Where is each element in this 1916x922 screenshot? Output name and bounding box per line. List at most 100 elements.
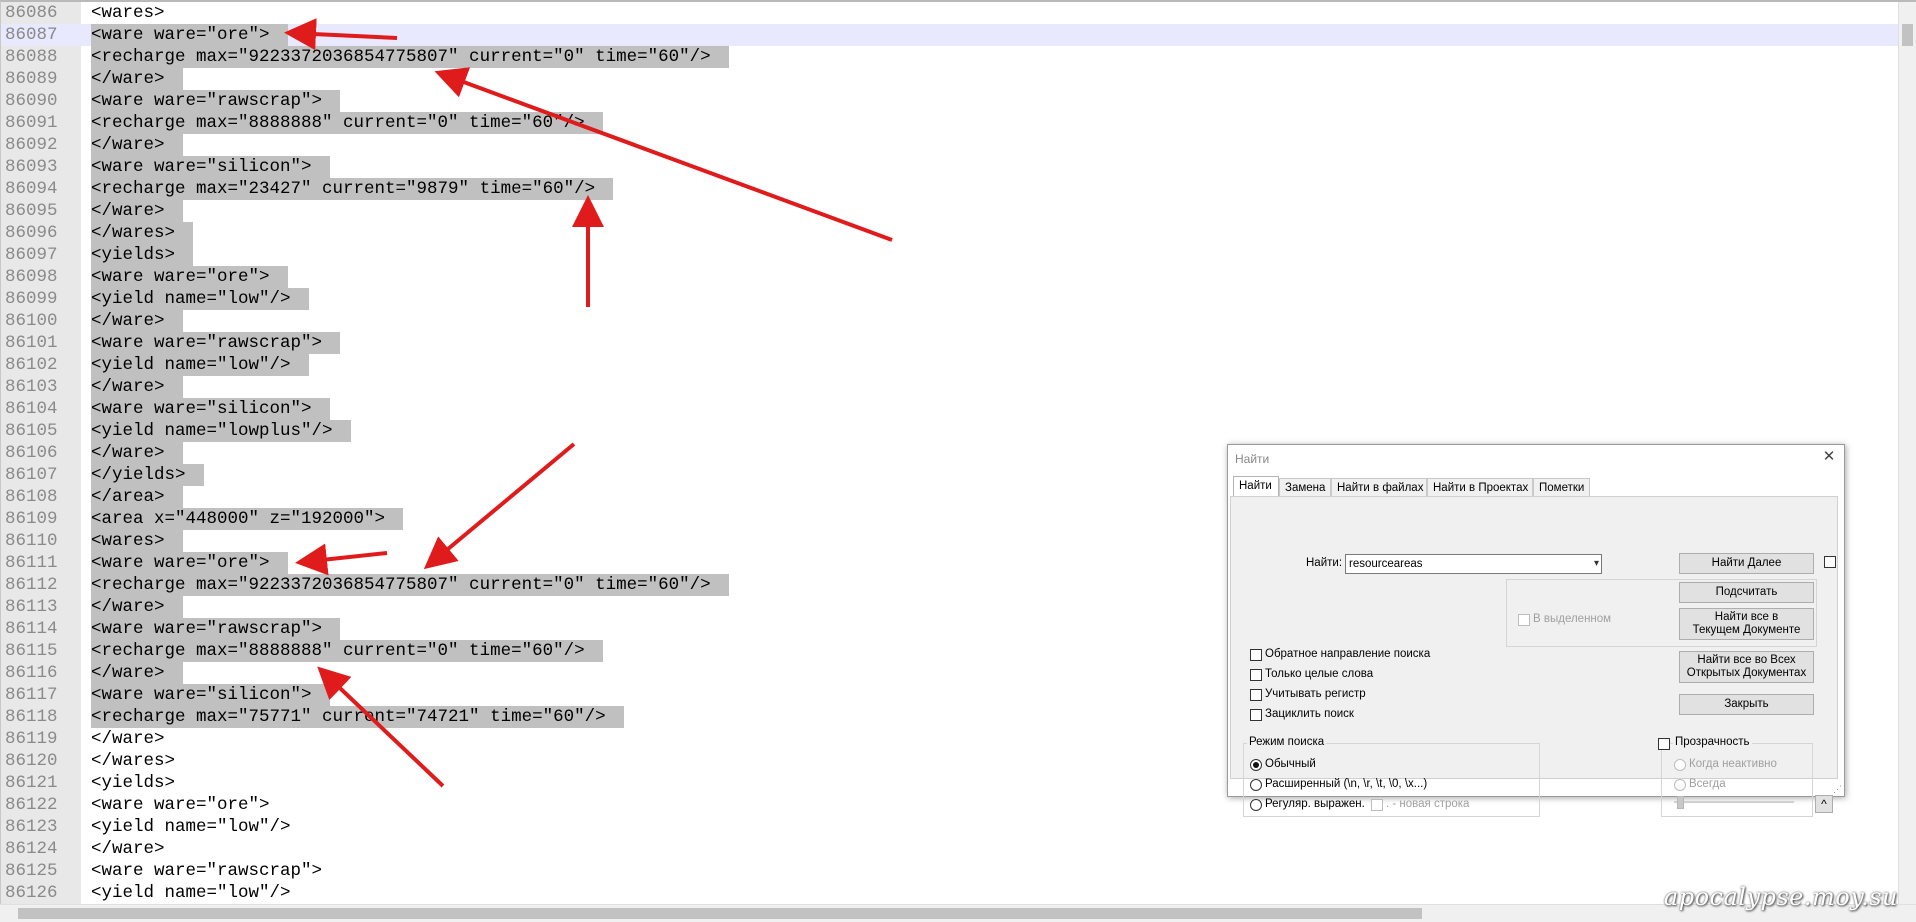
code-line[interactable]: 86101 <ware ware="rawscrap"> [1,332,1916,354]
code-line[interactable]: 86095 </ware> [1,200,1916,222]
backward-direction-checkbox[interactable] [1250,649,1262,661]
code-line[interactable]: 86087 <ware ware="ore"> [1,24,1916,46]
chevron-down-icon[interactable]: ▾ [1594,555,1599,573]
code-text[interactable]: <yield name="low"/> [91,816,309,838]
code-line[interactable]: 86103 </ware> [1,376,1916,398]
code-text[interactable]: <ware ware="rawscrap"> [91,618,341,640]
code-text[interactable]: <ware ware="ore"> [91,794,288,816]
vertical-scrollbar[interactable] [1898,2,1916,904]
code-line[interactable]: 86126 <yield name="low"/> [1,882,1916,904]
code-line[interactable]: 86094 <recharge max="23427" current="9879… [1,178,1916,200]
code-line[interactable]: 86089 </ware> [1,68,1916,90]
code-text[interactable]: <wares> [91,2,183,24]
code-text[interactable]: </yields> [91,464,204,486]
code-text[interactable]: <recharge max="8888888" current="0" time… [91,640,603,662]
code-line[interactable]: 86104 <ware ware="silicon"> [1,398,1916,420]
code-text[interactable]: </ware> [91,728,183,750]
tab-find[interactable]: Найти [1233,476,1279,497]
code-text[interactable]: <yields> [91,772,193,794]
code-text[interactable]: </ware> [91,68,183,90]
code-text[interactable]: </ware> [91,662,183,684]
tab-replace[interactable]: Замена [1279,478,1331,496]
code-text[interactable]: <ware ware="silicon"> [91,684,330,706]
code-text[interactable]: </wares> [91,222,194,244]
code-line[interactable]: 86088 <recharge max="9223372036854775807"… [1,46,1916,68]
code-text[interactable]: <yield name="low"/> [91,288,309,310]
code-text[interactable]: </ware> [91,838,183,860]
chevron-up-icon[interactable]: ^ [1815,795,1833,813]
code-text[interactable]: <yield name="lowplus"/> [91,420,351,442]
horizontal-scroll-thumb[interactable] [18,908,1422,919]
code-text[interactable]: </ware> [91,200,183,222]
code-line[interactable]: 86096 </wares> [1,222,1916,244]
in-selection-checkbox[interactable] [1518,614,1530,626]
code-line[interactable]: 86105 <yield name="lowplus"/> [1,420,1916,442]
code-line[interactable]: 86098 <ware ware="ore"> [1,266,1916,288]
code-text[interactable]: </ware> [91,596,183,618]
code-text[interactable]: <yield name="low"/> [91,882,309,904]
find-next-button[interactable]: Найти Далее [1679,553,1814,574]
code-text[interactable]: <ware ware="silicon"> [91,156,330,178]
mode-regex-radio[interactable] [1250,799,1262,811]
tab-mark[interactable]: Пометки [1533,478,1590,496]
code-text[interactable]: </ware> [91,310,183,332]
mode-extended-radio[interactable] [1250,779,1262,791]
mode-normal-radio[interactable] [1250,759,1262,771]
code-line[interactable]: 86086 <wares> [1,2,1916,24]
code-text[interactable]: <ware ware="ore"> [91,552,288,574]
tab-find-in-projects[interactable]: Найти в Проектах [1427,478,1533,496]
code-text[interactable]: <recharge max="75771" current="74721" ti… [91,706,624,728]
close-button[interactable]: Закрыть [1679,694,1814,715]
code-text[interactable]: <ware ware="rawscrap"> [91,860,340,882]
wrap-around-checkbox[interactable] [1250,709,1262,721]
horizontal-scrollbar[interactable] [0,904,1916,922]
code-text[interactable]: <recharge max="23427" current="9879" tim… [91,178,614,200]
code-text[interactable]: <yields> [91,244,194,266]
whole-word-checkbox[interactable] [1250,669,1262,681]
transparency-slider-track[interactable] [1674,801,1794,803]
find-all-current-doc-button[interactable]: Найти все в Текущем Документе [1679,608,1814,640]
find-input-value[interactable]: resourceareas [1349,558,1423,570]
transparency-on-lose-focus-radio[interactable] [1674,759,1686,771]
code-text[interactable]: <wares> [91,530,183,552]
code-text[interactable]: <ware ware="silicon"> [91,398,330,420]
code-line[interactable]: 86099 <yield name="low"/> [1,288,1916,310]
tab-find-in-files[interactable]: Найти в файлах [1331,478,1427,496]
code-line[interactable]: 86100 </ware> [1,310,1916,332]
find-next-option-checkbox[interactable] [1824,556,1836,568]
resize-grip-icon[interactable]: ⋰ [1833,785,1842,794]
close-icon[interactable]: ✕ [1820,448,1838,466]
code-text[interactable]: <yield name="low"/> [91,354,309,376]
find-dialog[interactable]: Найти ✕ Найти Замена Найти в файлах Найт… [1227,444,1845,817]
code-text[interactable]: <recharge max="8888888" current="0" time… [91,112,603,134]
code-text[interactable]: <ware ware="rawscrap"> [91,90,341,112]
transparency-always-radio[interactable] [1674,779,1686,791]
code-text[interactable]: <ware ware="ore"> [91,24,288,46]
code-text[interactable]: </ware> [91,134,183,156]
code-line[interactable]: 86091 <recharge max="8888888" current="0"… [1,112,1916,134]
code-text[interactable]: </ware> [91,442,183,464]
dot-matches-newline-checkbox[interactable] [1371,799,1383,811]
code-text[interactable]: </area> [91,486,183,508]
transparency-slider-thumb[interactable] [1677,796,1684,809]
code-text[interactable]: <ware ware="rawscrap"> [91,332,341,354]
vertical-scroll-thumb[interactable] [1902,24,1913,46]
code-text[interactable]: </ware> [91,376,183,398]
code-text[interactable]: <ware ware="ore"> [91,266,288,288]
code-line[interactable]: 86093 <ware ware="silicon"> [1,156,1916,178]
code-text[interactable]: </wares> [91,750,193,772]
code-line[interactable]: 86125 <ware ware="rawscrap"> [1,860,1916,882]
find-input[interactable]: resourceareas ▾ [1345,554,1602,574]
code-line[interactable]: 86097 <yields> [1,244,1916,266]
find-all-open-docs-button[interactable]: Найти все во Всех Открытых Документах [1679,651,1814,683]
transparency-checkbox[interactable] [1658,738,1670,750]
code-line[interactable]: 86123 <yield name="low"/> [1,816,1916,838]
count-button[interactable]: Подсчитать [1679,582,1814,603]
code-line[interactable]: 86102 <yield name="low"/> [1,354,1916,376]
code-line[interactable]: 86122 <ware ware="ore"> [1,794,1916,816]
code-line[interactable]: 86090 <ware ware="rawscrap"> [1,90,1916,112]
code-line[interactable]: 86092 </ware> [1,134,1916,156]
code-text[interactable]: <area x="448000" z="192000"> [91,508,404,530]
code-text[interactable]: <recharge max="9223372036854775807" curr… [91,574,729,596]
match-case-checkbox[interactable] [1250,689,1262,701]
